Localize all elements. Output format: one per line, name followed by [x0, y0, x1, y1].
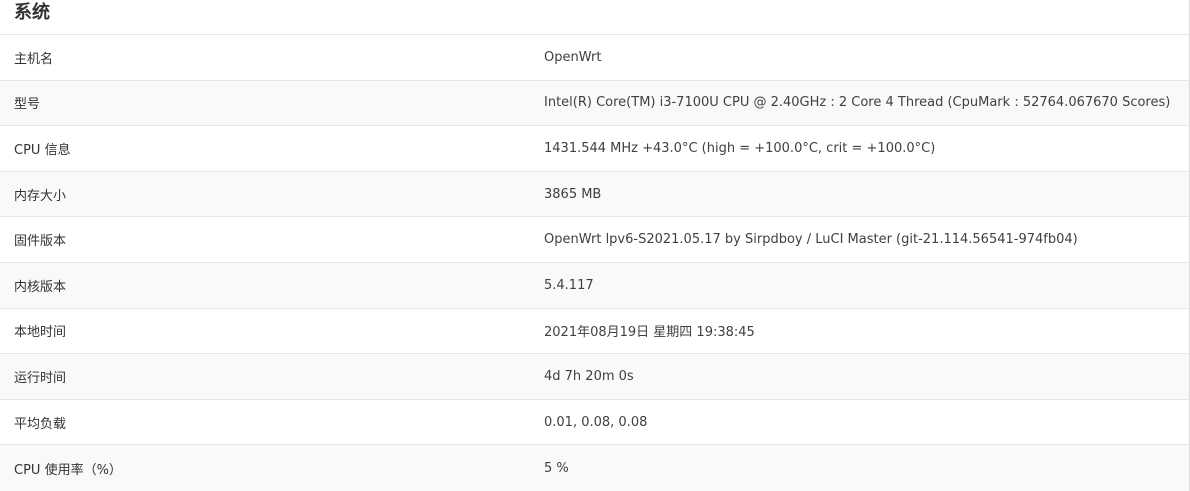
row-value: Intel(R) Core(TM) i3-7100U CPU @ 2.40GHz…	[544, 95, 1171, 111]
row-value: 4d 7h 20m 0s	[544, 368, 634, 384]
table-row-kernel: 内核版本 5.4.117	[0, 262, 1189, 309]
row-label: 主机名	[14, 51, 54, 67]
row-value: 2021年08月19日 星期四 19:38:45	[544, 325, 755, 341]
row-label: 平均负载	[14, 416, 67, 432]
system-info-panel: 系统 主机名 OpenWrt 型号 Intel(R) Core(TM) i3-7…	[0, 0, 1190, 491]
row-value: OpenWrt	[544, 49, 602, 65]
row-value: 5.4.117	[544, 277, 594, 293]
row-value: 3865 MB	[544, 186, 602, 202]
row-label: 内存大小	[14, 188, 67, 204]
table-row-firmware: 固件版本 OpenWrt lpv6-S2021.05.17 by Sirpdbo…	[0, 217, 1189, 263]
table-row-memory: 内存大小 3865 MB	[0, 171, 1189, 218]
table-row-hostname: 主机名 OpenWrt	[0, 35, 1189, 81]
row-label: 本地时间	[14, 325, 67, 341]
row-label: 型号	[14, 97, 41, 113]
row-value: 1431.544 MHz +43.0°C (high = +100.0°C, c…	[544, 140, 936, 156]
table-row-model: 型号 Intel(R) Core(TM) i3-7100U CPU @ 2.40…	[0, 80, 1189, 127]
system-info-table: 主机名 OpenWrt 型号 Intel(R) Core(TM) i3-7100…	[0, 35, 1189, 491]
section-title: 系统	[0, 0, 1189, 35]
table-row-load-average: 平均负载 0.01, 0.08, 0.08	[0, 399, 1189, 446]
table-row-cpu-usage: CPU 使用率（%） 5 %	[0, 445, 1189, 491]
row-value: OpenWrt lpv6-S2021.05.17 by Sirpdboy / L…	[544, 232, 1078, 248]
row-label: CPU 信息	[14, 142, 71, 158]
row-label: CPU 使用率（%）	[14, 462, 122, 478]
table-row-cpu-info: CPU 信息 1431.544 MHz +43.0°C (high = +100…	[0, 126, 1189, 172]
row-value: 0.01, 0.08, 0.08	[544, 414, 648, 430]
table-row-local-time: 本地时间 2021年08月19日 星期四 19:38:45	[0, 308, 1189, 355]
table-row-uptime: 运行时间 4d 7h 20m 0s	[0, 354, 1189, 400]
row-label: 运行时间	[14, 370, 67, 386]
row-value: 5 %	[544, 460, 569, 476]
row-label: 固件版本	[14, 234, 67, 250]
row-label: 内核版本	[14, 279, 67, 295]
